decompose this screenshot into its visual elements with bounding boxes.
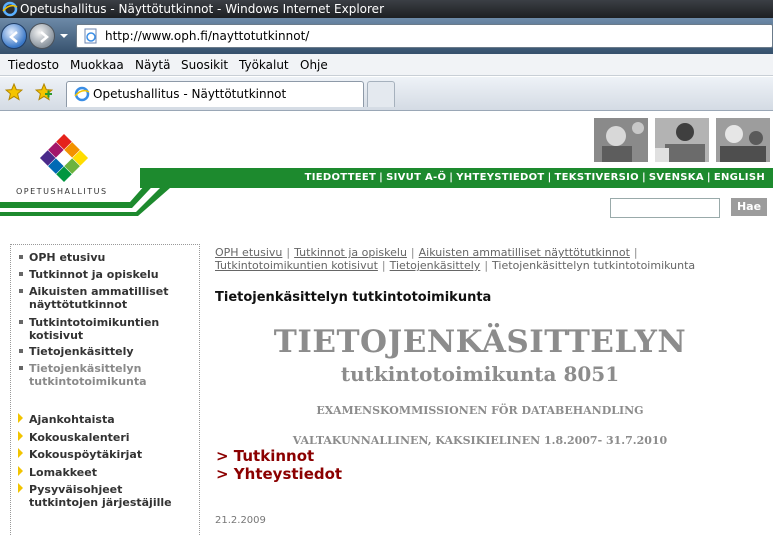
window-title: Opetushallitus - Näyttötutkinnot - Windo… (20, 2, 384, 16)
browser-tab[interactable]: Opetushallitus - Näyttötutkinnot (66, 81, 364, 107)
banner-title: TIETOJENKÄSITTELYN (273, 324, 687, 360)
sidebar-item-pysyvaisohjeet[interactable]: Pysyväisohjeet tutkintojen järjestäjille (29, 483, 194, 509)
new-tab-button[interactable] (367, 81, 395, 107)
site-search-input[interactable] (610, 198, 720, 218)
link-tutkinnot[interactable]: > Tutkinnot (216, 447, 314, 465)
forward-arrow-icon (40, 31, 49, 43)
top-links: TIEDOTTEET | SIVUT A-Ö | YHTEYSTIEDOT | TEKSTI… (304, 172, 765, 183)
header-photo-1 (594, 118, 648, 162)
breadcrumb-link[interactable]: OPH etusivu (215, 246, 282, 259)
bullet-icon (19, 349, 23, 353)
top-link-tekstiversio[interactable]: TEKSTIVERSIO (555, 172, 639, 183)
menu-view[interactable]: Näytä (135, 54, 171, 76)
sidebar-item-kokouskalenteri[interactable]: Kokouskalenteri (29, 431, 130, 444)
sidebar-item-ajankohtaista[interactable]: Ajankohtaista (29, 413, 115, 426)
arrow-bullet-icon (18, 466, 23, 476)
add-favorite-icon[interactable] (35, 83, 53, 101)
menu-favorites[interactable]: Suosikit (181, 54, 228, 76)
top-link-svenska[interactable]: SVENSKA (649, 172, 704, 183)
breadcrumb-link[interactable]: Tutkinnot ja opiskelu (294, 246, 407, 259)
header-photo-2 (655, 118, 709, 162)
banner-subtitle: tutkintotoimikunta 8051 (340, 362, 620, 386)
search-button[interactable]: Hae (731, 198, 767, 216)
sidebar-item-tutkinnot[interactable]: Tutkinnot ja opiskelu (29, 268, 159, 281)
arrow-bullet-icon (18, 413, 23, 423)
top-link-yhteystiedot[interactable]: YHTEYSTIEDOT (456, 172, 544, 183)
period-text: VALTAKUNNALLINEN, KAKSIKIELINEN 1.8.2007… (292, 434, 668, 447)
arrow-bullet-icon (18, 483, 23, 493)
bullet-icon (19, 289, 23, 293)
window-title-bar: Opetushallitus - Näyttötutkinnot - Windo… (0, 0, 773, 18)
page-title: Tietojenkäsittelyn tutkintotoimikunta (215, 290, 492, 305)
top-link-sivut[interactable]: SIVUT A-Ö (386, 172, 446, 183)
favorites-star-icon[interactable] (5, 83, 23, 101)
sidebar-item-aikuisten[interactable]: Aikuisten ammatilliset näyttötutkinnot (29, 285, 194, 311)
updated-date: 21.2.2009 (215, 515, 266, 526)
arrow-bullet-icon (18, 431, 23, 441)
back-button[interactable] (1, 23, 27, 49)
address-bar[interactable]: http://www.oph.fi/nayttotutkinnot/ (76, 24, 773, 48)
header-photo-3 (716, 118, 770, 162)
bullet-icon (19, 272, 23, 276)
menu-tools[interactable]: Työkalut (239, 54, 289, 76)
top-link-tiedotteet[interactable]: TIEDOTTEET (305, 172, 377, 183)
tab-page-icon (74, 86, 90, 102)
sidebar-item-tietojenkasittely[interactable]: Tietojenkäsittely (29, 345, 134, 358)
tab-bar: Opetushallitus - Näyttötutkinnot (0, 77, 773, 111)
history-dropdown-icon[interactable] (59, 32, 69, 40)
breadcrumb-link[interactable]: Tietojenkäsittely (390, 259, 481, 272)
bullet-icon (19, 320, 23, 324)
sidebar-item-oph-etusivu[interactable]: OPH etusivu (29, 251, 105, 264)
tab-title: Opetushallitus - Näyttötutkinnot (93, 87, 287, 101)
swedish-title: EXAMENSKOMMISSIONEN FÖR DATABEHANDLING (316, 404, 644, 417)
breadcrumb-current: Tietojenkäsittelyn tutkintotoimikunta (492, 259, 696, 272)
web-page: OPETUSHALLITUS TIEDOTTEET | SIVUT A-Ö | Y (0, 112, 773, 535)
breadcrumb-link[interactable]: Tutkintotoimikuntien kotisivut (215, 259, 378, 272)
menu-help[interactable]: Ohje (300, 54, 328, 76)
forward-button[interactable] (29, 23, 55, 49)
back-arrow-icon (9, 31, 18, 43)
bullet-icon (19, 366, 23, 370)
arrow-bullet-icon (18, 448, 23, 458)
link-yhteystiedot[interactable]: > Yhteystiedot (216, 465, 342, 483)
menu-file[interactable]: Tiedosto (8, 54, 59, 76)
sidebar-item-tutkintotoimikuntien[interactable]: Tutkintotoimikuntien kotisivut (29, 316, 194, 342)
menu-bar: Tiedosto Muokkaa Näytä Suosikit Työkalut… (0, 54, 773, 76)
address-url: http://www.oph.fi/nayttotutkinnot/ (105, 29, 310, 43)
sidebar: OPH etusivu Tutkinnot ja opiskelu Aikuis… (10, 244, 200, 535)
sidebar-item-current[interactable]: Tietojenkäsittelyn tutkintotoimikunta (29, 362, 179, 388)
breadcrumb: OPH etusivu | Tutkinnot ja opiskelu | Aikuis… (215, 246, 696, 272)
breadcrumb-link[interactable]: Aikuisten ammatilliset näyttötutkinnot (419, 246, 630, 259)
bullet-icon (19, 255, 23, 259)
internet-explorer-icon (2, 1, 18, 17)
top-link-english[interactable]: ENGLISH (714, 172, 765, 183)
page-icon (84, 28, 97, 44)
navigation-bar: http://www.oph.fi/nayttotutkinnot/ (0, 18, 773, 54)
menu-edit[interactable]: Muokkaa (70, 54, 124, 76)
sidebar-item-kokouspoytakirjat[interactable]: Kokouspöytäkirjat (29, 448, 142, 461)
sidebar-item-lomakkeet[interactable]: Lomakkeet (29, 466, 97, 479)
